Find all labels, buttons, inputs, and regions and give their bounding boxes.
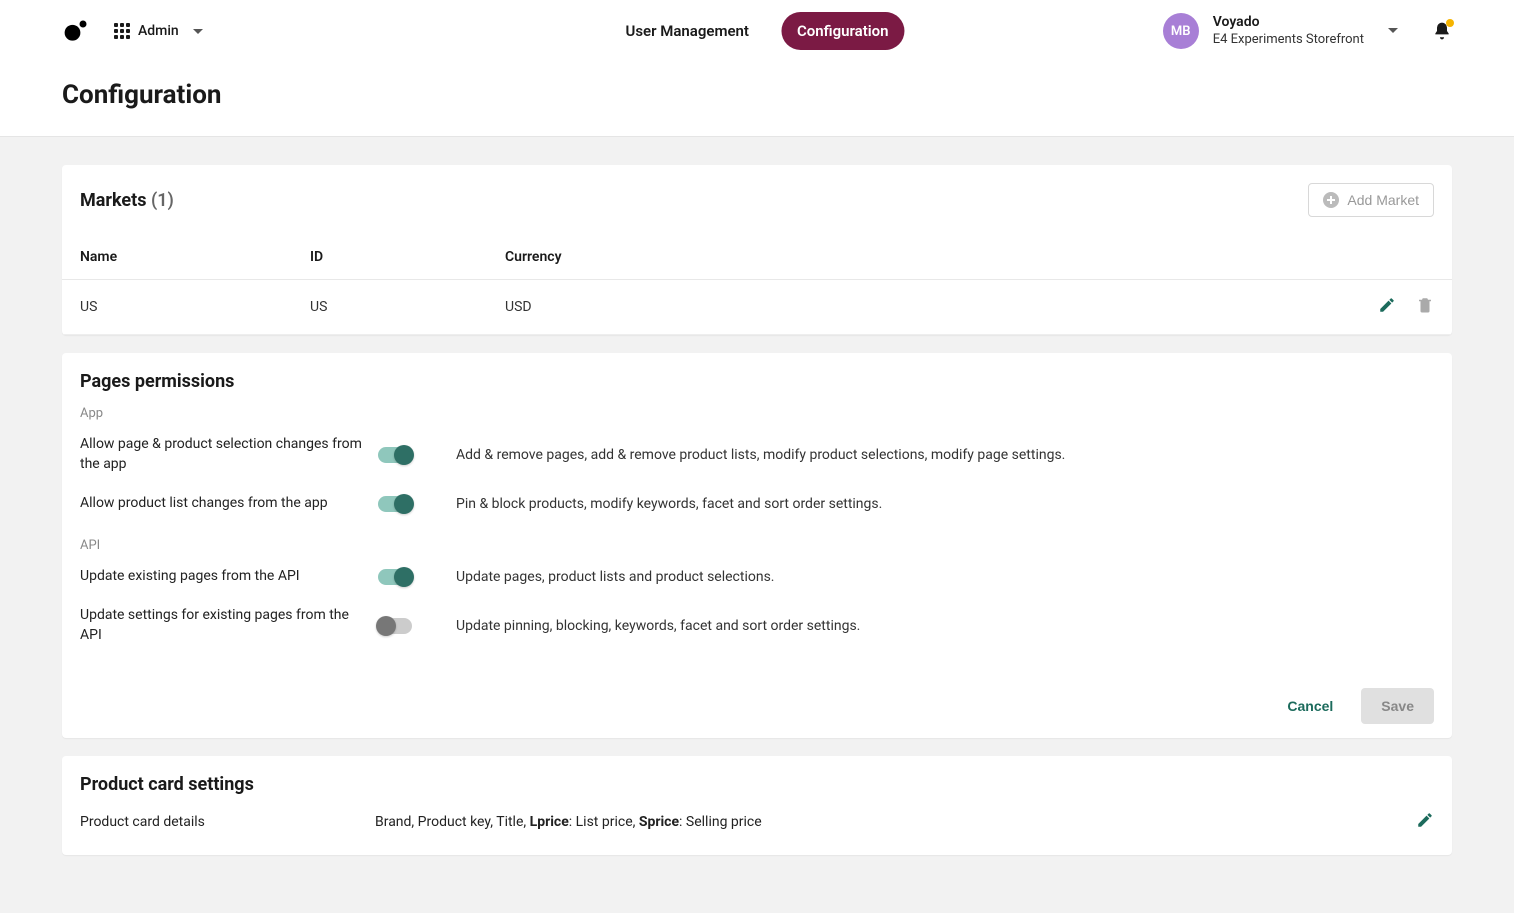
col-id: ID	[292, 235, 487, 280]
perm-toggle[interactable]	[378, 447, 412, 463]
col-currency: Currency	[487, 235, 1332, 280]
markets-table: Name ID Currency US US USD	[62, 235, 1452, 335]
perm-label: Allow page & product selection changes f…	[80, 435, 370, 474]
perm-group-app: App	[80, 406, 1434, 421]
notification-dot	[1446, 19, 1454, 27]
perm-row: Update existing pages from the API Updat…	[80, 557, 1434, 597]
markets-title-text: Markets	[80, 190, 146, 211]
tab-user-management[interactable]: User Management	[609, 12, 765, 50]
user-store: E4 Experiments Storefront	[1213, 32, 1364, 49]
cancel-button[interactable]: Cancel	[1275, 688, 1345, 724]
perm-label: Update settings for existing pages from …	[80, 606, 370, 645]
permissions-card: Pages permissions App Allow page & produ…	[62, 353, 1452, 738]
cell-name: US	[62, 280, 292, 335]
perm-group-api: API	[80, 538, 1434, 553]
product-card-details: Brand, Product key, Title, Lprice: List …	[375, 814, 1416, 830]
save-button[interactable]: Save	[1361, 688, 1434, 724]
perm-toggle[interactable]	[378, 569, 412, 585]
admin-label: Admin	[138, 23, 179, 39]
markets-title: Markets (1)	[80, 190, 174, 211]
cell-currency: USD	[487, 280, 1332, 335]
perm-row: Update settings for existing pages from …	[80, 596, 1434, 655]
chevron-down-icon	[193, 29, 203, 34]
logo[interactable]	[62, 17, 90, 45]
notifications-button[interactable]	[1432, 21, 1452, 41]
plus-icon	[1323, 192, 1339, 208]
perm-toggle[interactable]	[378, 496, 412, 512]
delete-market-button[interactable]	[1416, 296, 1434, 318]
user-name: Voyado	[1213, 13, 1364, 31]
product-card-label: Product card details	[80, 814, 375, 830]
product-card-settings-card: Product card settings Product card detai…	[62, 756, 1452, 855]
markets-count: (1)	[151, 190, 174, 211]
user-info[interactable]: Voyado E4 Experiments Storefront	[1213, 13, 1398, 48]
perm-label: Allow product list changes from the app	[80, 494, 370, 514]
cell-id: US	[292, 280, 487, 335]
perm-desc: Update pinning, blocking, keywords, face…	[456, 618, 1434, 634]
edit-market-button[interactable]	[1378, 296, 1396, 318]
add-market-label: Add Market	[1347, 192, 1419, 208]
product-card-title: Product card settings	[80, 774, 1434, 795]
table-row: US US USD	[62, 280, 1452, 335]
perm-row: Allow page & product selection changes f…	[80, 425, 1434, 484]
header-tabs: User Management Configuration	[609, 12, 904, 50]
col-name: Name	[62, 235, 292, 280]
admin-scope-selector[interactable]: Admin	[114, 23, 203, 39]
chevron-down-icon	[1388, 28, 1398, 33]
apps-icon	[114, 23, 130, 39]
perm-desc: Add & remove pages, add & remove product…	[456, 447, 1434, 463]
edit-product-card-button[interactable]	[1416, 811, 1434, 833]
perm-desc: Pin & block products, modify keywords, f…	[456, 496, 1434, 512]
add-market-button[interactable]: Add Market	[1308, 183, 1434, 217]
markets-card: Markets (1) Add Market Name ID Currency …	[62, 165, 1452, 335]
permissions-title: Pages permissions	[80, 371, 1434, 392]
perm-toggle[interactable]	[378, 618, 412, 634]
perm-desc: Update pages, product lists and product …	[456, 569, 1434, 585]
perm-label: Update existing pages from the API	[80, 567, 370, 587]
tab-configuration[interactable]: Configuration	[781, 12, 905, 50]
perm-row: Allow product list changes from the app …	[80, 484, 1434, 524]
avatar[interactable]: MB	[1163, 13, 1199, 49]
page-title: Configuration	[62, 62, 1452, 136]
